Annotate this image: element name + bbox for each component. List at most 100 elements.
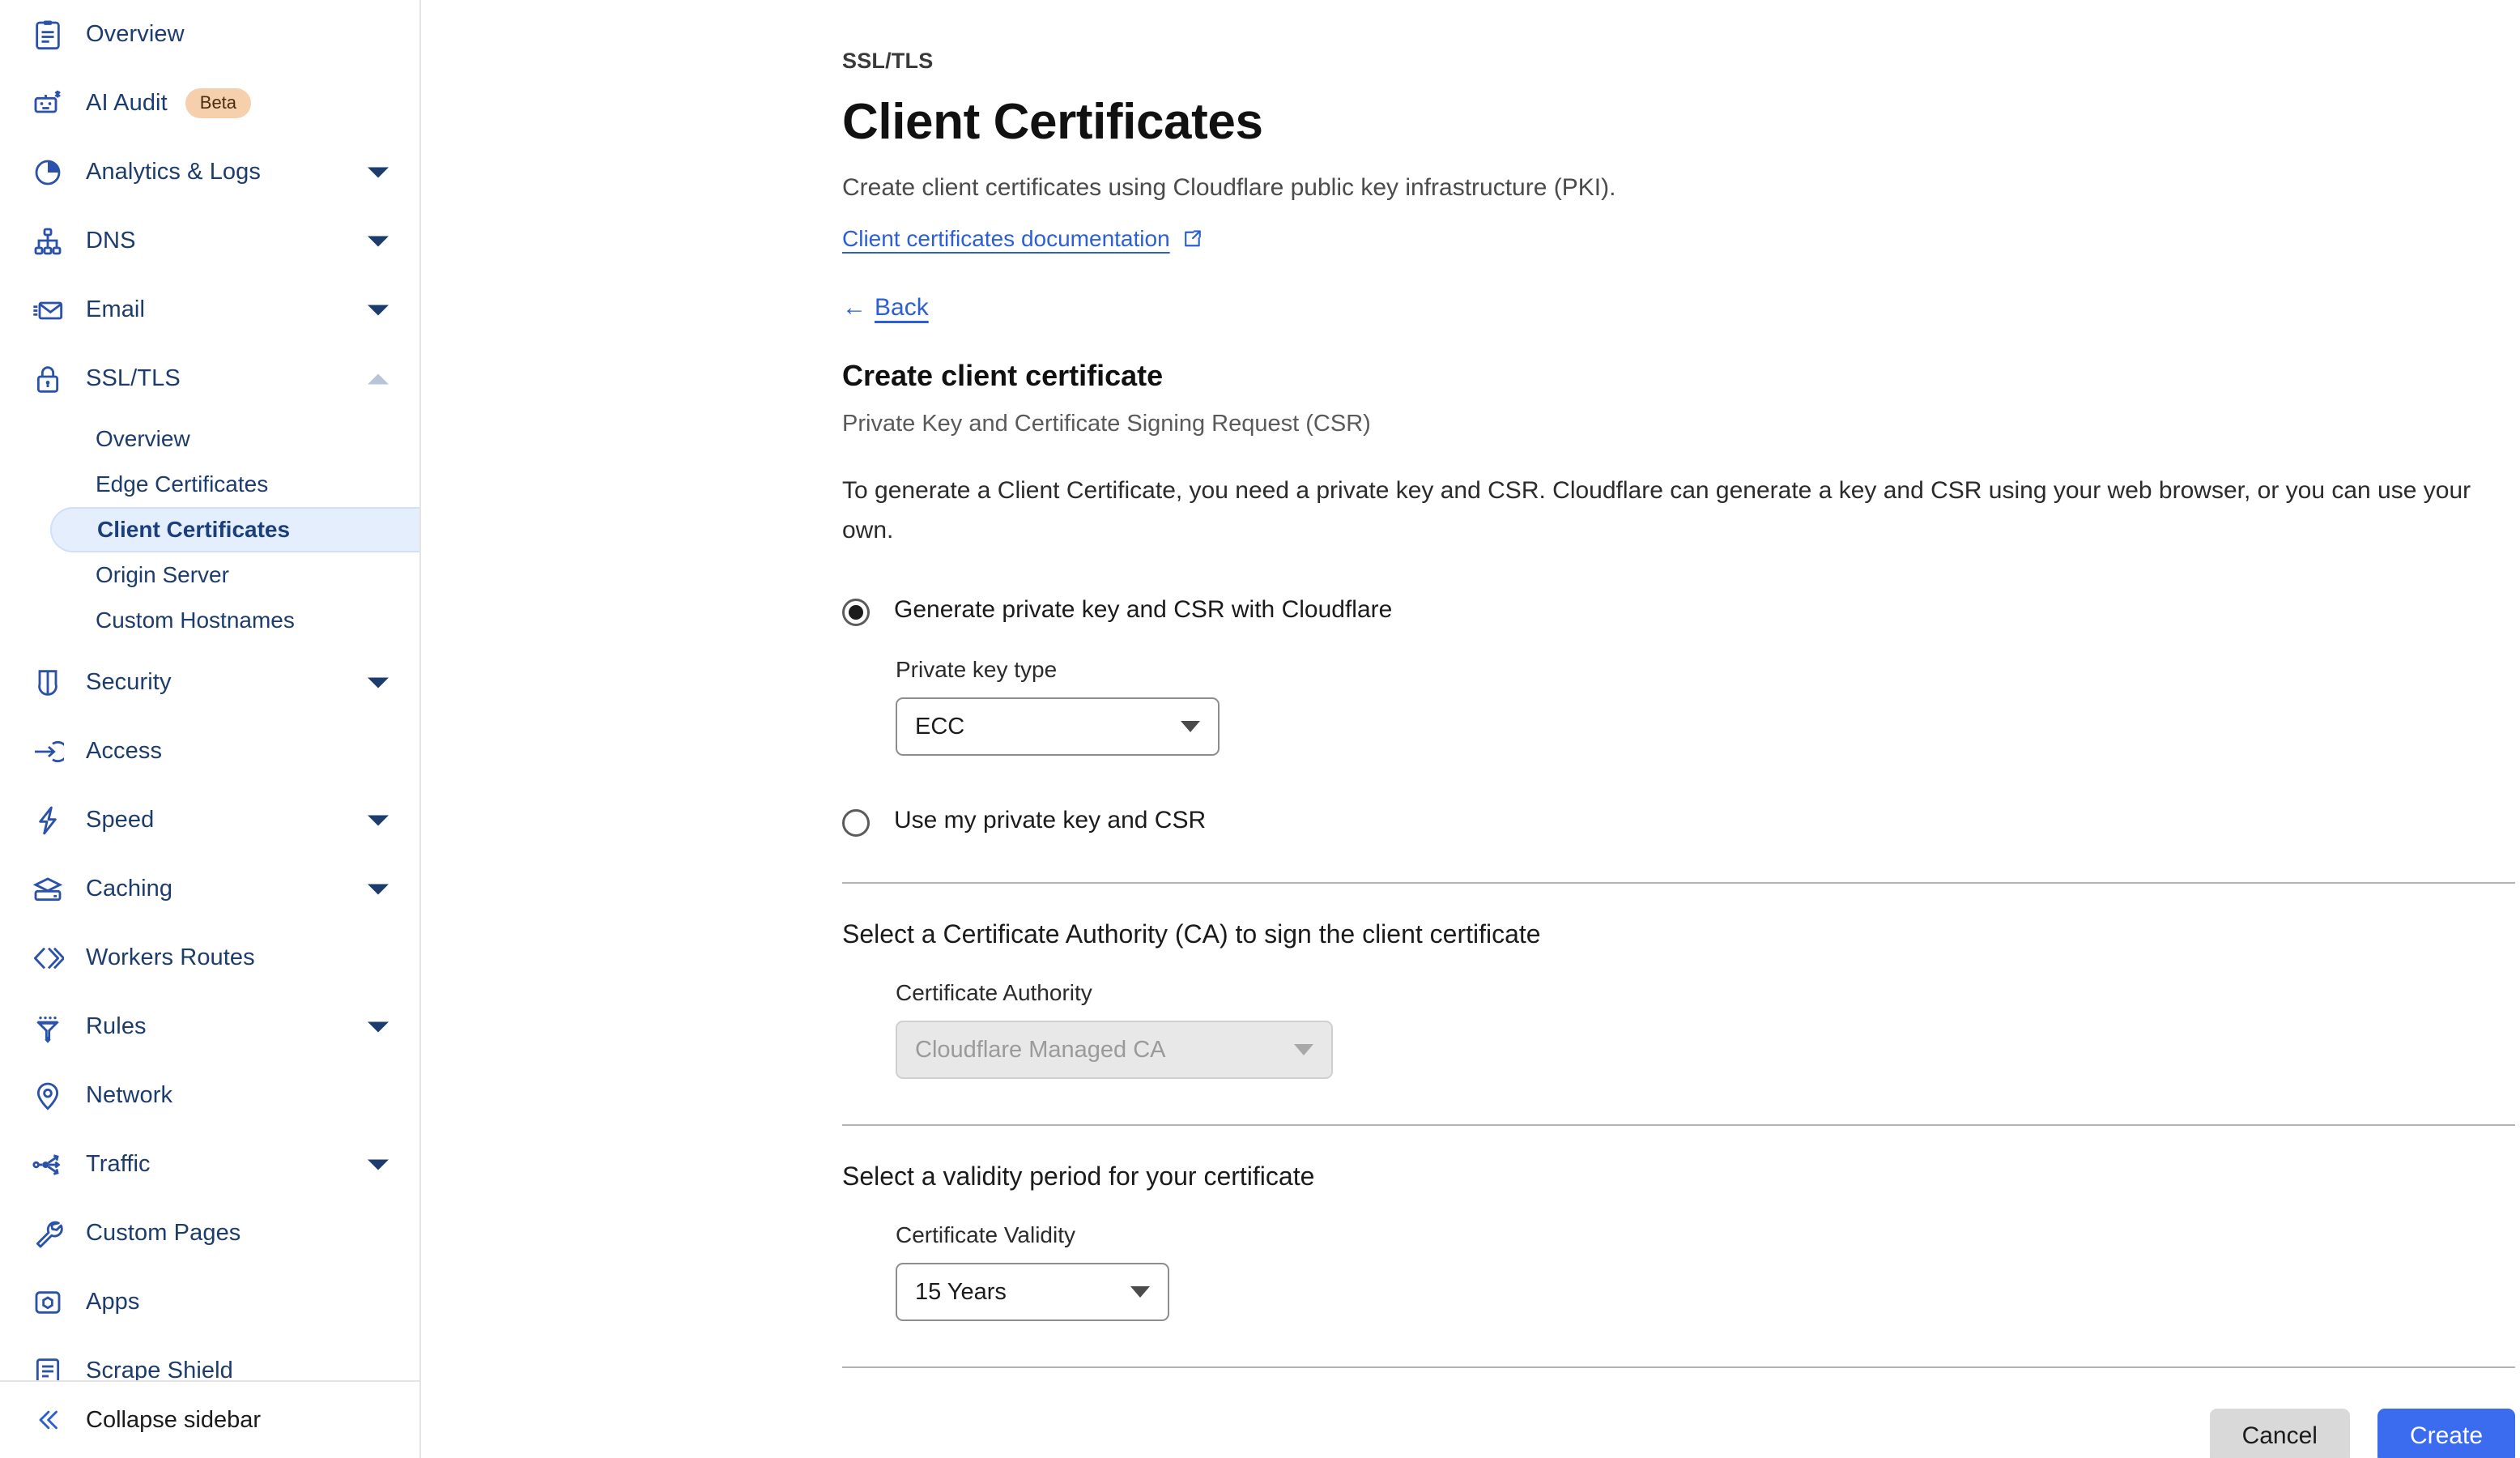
collapse-sidebar-label: Collapse sidebar bbox=[86, 1407, 261, 1434]
chevron-down-icon bbox=[1294, 1044, 1313, 1055]
sidebar-nav-list: Overview AI Audit Beta bbox=[0, 0, 419, 1380]
lock-icon bbox=[29, 360, 66, 398]
sidebar-subitem-label: Custom Hostnames bbox=[96, 608, 295, 633]
chevron-down-icon bbox=[1181, 721, 1200, 732]
sidebar-item-ssl-tls[interactable]: SSL/TLS bbox=[0, 344, 419, 413]
chevron-down-icon[interactable] bbox=[368, 1159, 389, 1170]
sidebar-item-access[interactable]: Access bbox=[0, 717, 419, 786]
sidebar-subitem-custom-hostnames[interactable]: Custom Hostnames bbox=[0, 598, 419, 643]
app-square-icon bbox=[29, 1284, 66, 1321]
sidebar-item-dns[interactable]: DNS bbox=[0, 207, 419, 275]
page-subtitle: Create client certificates using Cloudfl… bbox=[842, 174, 2518, 202]
chevron-down-icon[interactable] bbox=[368, 884, 389, 894]
divider bbox=[842, 882, 2515, 884]
certificate-authority-value: Cloudflare Managed CA bbox=[915, 1037, 1166, 1064]
sidebar-item-label: DNS bbox=[86, 228, 136, 254]
sidebar-subitem-origin-server[interactable]: Origin Server bbox=[0, 552, 419, 598]
server-stack-icon bbox=[29, 871, 66, 908]
ca-section-heading: Select a Certificate Authority (CA) to s… bbox=[842, 919, 2518, 949]
sidebar-item-ai-audit[interactable]: AI Audit Beta bbox=[0, 69, 419, 138]
chevron-down-icon[interactable] bbox=[368, 815, 389, 825]
sidebar-item-label: AI Audit bbox=[86, 90, 168, 117]
sidebar-item-label: Analytics & Logs bbox=[86, 159, 261, 185]
sidebar-item-label: Scrape Shield bbox=[86, 1358, 233, 1380]
cancel-button[interactable]: Cancel bbox=[2210, 1409, 2350, 1458]
sidebar-item-security[interactable]: Security bbox=[0, 648, 419, 717]
map-pin-icon bbox=[29, 1077, 66, 1115]
sidebar-item-label: Rules bbox=[86, 1013, 147, 1040]
sidebar-item-overview[interactable]: Overview bbox=[0, 0, 419, 69]
traffic-split-icon bbox=[29, 1146, 66, 1183]
sidebar-item-label: Overview bbox=[86, 21, 185, 48]
certificate-validity-select[interactable]: 15 Years bbox=[896, 1263, 1169, 1321]
collapse-sidebar-button[interactable]: Collapse sidebar bbox=[0, 1380, 419, 1458]
sidebar-subitem-label: Origin Server bbox=[96, 562, 229, 588]
sidebar-subitem-client-certificates[interactable]: Client Certificates bbox=[50, 507, 419, 552]
radio-button-icon[interactable] bbox=[842, 809, 870, 837]
sidebar-item-scrape-shield[interactable]: Scrape Shield bbox=[0, 1336, 419, 1380]
sidebar-subitem-edge-certificates[interactable]: Edge Certificates bbox=[0, 462, 419, 507]
chevron-down-icon[interactable] bbox=[368, 305, 389, 315]
sidebar-item-label: Access bbox=[86, 738, 162, 765]
private-key-type-label: Private key type bbox=[896, 657, 2518, 683]
sidebar-item-workers-routes[interactable]: Workers Routes bbox=[0, 923, 419, 992]
certificate-authority-label: Certificate Authority bbox=[896, 980, 2518, 1006]
sidebar-subitem-label: Client Certificates bbox=[97, 517, 290, 543]
sidebar-item-speed[interactable]: Speed bbox=[0, 786, 419, 855]
clipboard-icon bbox=[29, 16, 66, 53]
certificate-validity-value: 15 Years bbox=[915, 1279, 1007, 1306]
main-content: SSL/TLS Client Certificates Create clien… bbox=[421, 0, 2520, 1458]
validity-section-heading: Select a validity period for your certif… bbox=[842, 1162, 2518, 1192]
private-key-type-value: ECC bbox=[915, 714, 964, 740]
sidebar-subitem-label: Overview bbox=[96, 426, 190, 452]
documentation-link[interactable]: Client certificates documentation bbox=[842, 226, 1203, 252]
sidebar-item-traffic[interactable]: Traffic bbox=[0, 1130, 419, 1199]
sidebar-item-label: Security bbox=[86, 669, 172, 696]
funnel-icon bbox=[29, 1008, 66, 1046]
robot-icon bbox=[29, 85, 66, 122]
back-link[interactable]: ← Back bbox=[842, 294, 929, 322]
double-chevron-left-icon bbox=[29, 1405, 66, 1435]
radio-generate-key[interactable]: Generate private key and CSR with Cloudf… bbox=[842, 595, 2518, 626]
section-description: To generate a Client Certificate, you ne… bbox=[842, 471, 2501, 550]
lightning-icon bbox=[29, 802, 66, 839]
private-key-type-select[interactable]: ECC bbox=[896, 697, 1220, 756]
pie-chart-icon bbox=[29, 154, 66, 191]
app-root: Overview AI Audit Beta bbox=[0, 0, 2520, 1458]
arrow-left-icon: ← bbox=[842, 296, 866, 320]
sidebar-subitem-label: Edge Certificates bbox=[96, 471, 268, 497]
sidebar-item-label: Network bbox=[86, 1082, 172, 1109]
chevron-down-icon[interactable] bbox=[368, 167, 389, 177]
page-title: Client Certificates bbox=[842, 95, 2518, 150]
section-title: Create client certificate bbox=[842, 359, 2518, 393]
radio-own-key[interactable]: Use my private key and CSR bbox=[842, 806, 2518, 837]
documentation-link-label: Client certificates documentation bbox=[842, 226, 1170, 252]
sidebar-item-custom-pages[interactable]: Custom Pages bbox=[0, 1199, 419, 1268]
section-subtitle: Private Key and Certificate Signing Requ… bbox=[842, 411, 2518, 437]
sidebar-item-apps[interactable]: Apps bbox=[0, 1268, 419, 1336]
chevron-down-icon[interactable] bbox=[368, 1021, 389, 1032]
envelope-icon bbox=[29, 292, 66, 329]
back-link-label: Back bbox=[875, 294, 929, 322]
create-button[interactable]: Create bbox=[2377, 1409, 2515, 1458]
sidebar-item-network[interactable]: Network bbox=[0, 1061, 419, 1130]
private-key-type-field: Private key type ECC bbox=[896, 657, 2518, 756]
sidebar: Overview AI Audit Beta bbox=[0, 0, 421, 1458]
radio-own-key-label: Use my private key and CSR bbox=[894, 806, 1206, 835]
chevron-up-icon[interactable] bbox=[368, 373, 389, 384]
radio-button-icon[interactable] bbox=[842, 599, 870, 626]
radio-generate-key-label: Generate private key and CSR with Cloudf… bbox=[894, 595, 1392, 625]
sidebar-item-caching[interactable]: Caching bbox=[0, 855, 419, 923]
content-column: SSL/TLS Client Certificates Create clien… bbox=[842, 0, 2518, 1458]
breadcrumb: SSL/TLS bbox=[842, 49, 2518, 74]
chevron-down-icon[interactable] bbox=[368, 677, 389, 688]
sidebar-item-email[interactable]: Email bbox=[0, 275, 419, 344]
divider bbox=[842, 1366, 2515, 1368]
sitemap-icon bbox=[29, 223, 66, 260]
sidebar-subitem-overview[interactable]: Overview bbox=[0, 416, 419, 462]
chevron-down-icon[interactable] bbox=[368, 236, 389, 246]
sidebar-item-rules[interactable]: Rules bbox=[0, 992, 419, 1061]
certificate-authority-select: Cloudflare Managed CA bbox=[896, 1021, 1333, 1079]
sidebar-item-label: Workers Routes bbox=[86, 944, 255, 971]
sidebar-item-analytics-logs[interactable]: Analytics & Logs bbox=[0, 138, 419, 207]
